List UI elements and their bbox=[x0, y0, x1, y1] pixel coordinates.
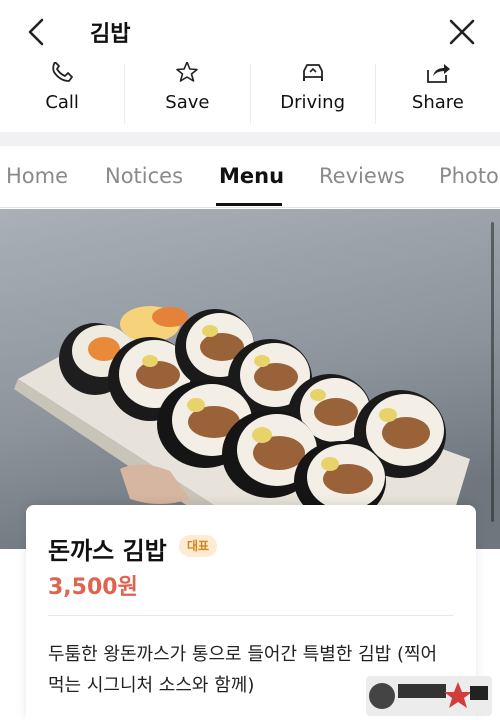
tab-notices[interactable]: Notices bbox=[105, 164, 183, 188]
page-title: 김밥 bbox=[90, 22, 131, 47]
tab-reviews[interactable]: Reviews bbox=[319, 164, 405, 188]
card-divider bbox=[48, 615, 454, 616]
close-button[interactable] bbox=[446, 14, 478, 50]
action-row: Call Save Driving Share bbox=[0, 62, 500, 132]
share-button[interactable]: Share bbox=[376, 64, 500, 124]
menu-item-name: 돈까스 김밥 bbox=[48, 537, 167, 565]
section-divider bbox=[0, 132, 500, 146]
tab-photos[interactable]: Photos bbox=[439, 164, 500, 188]
menu-item-price: 3,500원 bbox=[48, 575, 138, 600]
tab-bar: Home Notices Menu Reviews Photos bbox=[0, 146, 500, 208]
driving-button[interactable]: Driving bbox=[251, 64, 376, 124]
close-icon bbox=[449, 19, 475, 45]
menu-photo[interactable] bbox=[0, 209, 500, 549]
kimbap-photo-image bbox=[0, 209, 500, 549]
tab-menu[interactable]: Menu bbox=[219, 164, 284, 188]
signature-badge: 대표 bbox=[179, 535, 218, 557]
active-tab-indicator bbox=[216, 203, 282, 206]
watermark-logo bbox=[366, 676, 492, 716]
back-button[interactable] bbox=[22, 14, 54, 50]
scrollbar[interactable] bbox=[491, 222, 494, 522]
chevron-left-icon bbox=[28, 18, 44, 46]
save-label: Save bbox=[165, 92, 210, 113]
driving-label: Driving bbox=[280, 92, 345, 113]
share-icon bbox=[426, 64, 450, 83]
tab-home[interactable]: Home bbox=[6, 164, 68, 188]
call-button[interactable]: Call bbox=[0, 62, 126, 124]
save-button[interactable]: Save bbox=[125, 62, 251, 124]
call-label: Call bbox=[45, 92, 79, 113]
phone-icon bbox=[52, 62, 74, 82]
car-icon bbox=[302, 64, 323, 81]
top-bar: 김밥 bbox=[0, 0, 500, 64]
share-label: Share bbox=[411, 92, 464, 113]
star-icon bbox=[176, 62, 199, 82]
